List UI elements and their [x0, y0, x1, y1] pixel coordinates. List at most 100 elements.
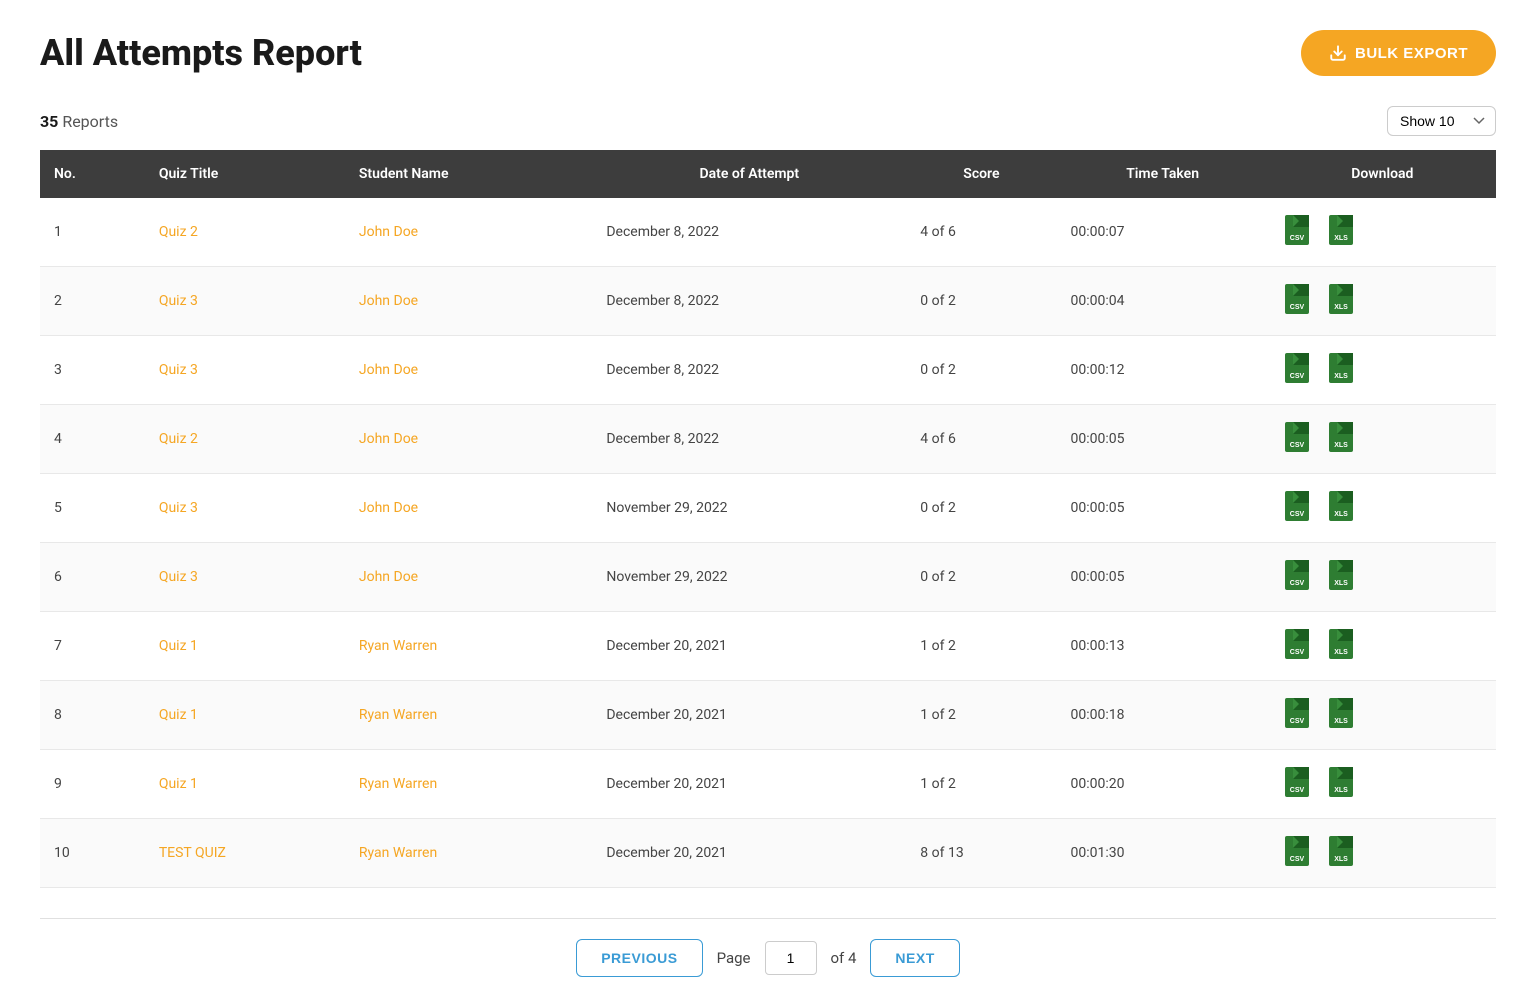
quiz-link[interactable]: Quiz 3	[159, 362, 198, 378]
quiz-link[interactable]: Quiz 1	[159, 776, 198, 792]
student-link[interactable]: Ryan Warren	[359, 776, 437, 792]
cell-download: CSV XLS	[1269, 612, 1496, 681]
table-body: 1 Quiz 2 John Doe December 8, 2022 4 of …	[40, 198, 1496, 888]
quiz-link[interactable]: Quiz 1	[159, 707, 198, 723]
quiz-link[interactable]: Quiz 3	[159, 500, 198, 516]
xls-download-button[interactable]: XLS	[1327, 490, 1363, 526]
csv-download-button[interactable]: CSV	[1283, 421, 1319, 457]
cell-score: 4 of 6	[906, 198, 1056, 267]
bulk-export-button[interactable]: BULK EXPORT	[1301, 30, 1496, 76]
cell-quiz: Quiz 3	[145, 267, 345, 336]
student-link[interactable]: John Doe	[359, 293, 418, 309]
cell-download: CSV XLS	[1269, 750, 1496, 819]
cell-time: 00:00:18	[1057, 681, 1269, 750]
xls-download-button[interactable]: XLS	[1327, 766, 1363, 802]
xls-download-button[interactable]: XLS	[1327, 697, 1363, 733]
page-input[interactable]	[765, 941, 817, 975]
cell-student: Ryan Warren	[345, 612, 592, 681]
xls-download-button[interactable]: XLS	[1327, 559, 1363, 595]
student-link[interactable]: John Doe	[359, 500, 418, 516]
csv-download-button[interactable]: CSV	[1283, 490, 1319, 526]
student-link[interactable]: Ryan Warren	[359, 845, 437, 861]
xls-download-button[interactable]: XLS	[1327, 352, 1363, 388]
svg-text:XLS: XLS	[1334, 511, 1348, 518]
quiz-link[interactable]: Quiz 2	[159, 431, 198, 447]
csv-download-button[interactable]: CSV	[1283, 559, 1319, 595]
svg-text:CSV: CSV	[1290, 511, 1305, 518]
csv-download-button[interactable]: CSV	[1283, 352, 1319, 388]
cell-no: 1	[40, 198, 145, 267]
cell-score: 8 of 13	[906, 819, 1056, 888]
cell-quiz: Quiz 2	[145, 405, 345, 474]
quiz-link[interactable]: TEST QUIZ	[159, 845, 226, 861]
cell-time: 00:00:04	[1057, 267, 1269, 336]
quiz-link[interactable]: Quiz 1	[159, 638, 198, 654]
cell-student: John Doe	[345, 474, 592, 543]
cell-time: 00:00:05	[1057, 543, 1269, 612]
cell-quiz: Quiz 1	[145, 681, 345, 750]
cell-download: CSV XLS	[1269, 267, 1496, 336]
cell-download: CSV XLS	[1269, 681, 1496, 750]
table-header: No. Quiz Title Student Name Date of Atte…	[40, 150, 1496, 198]
svg-text:XLS: XLS	[1334, 580, 1348, 587]
cell-time: 00:00:12	[1057, 336, 1269, 405]
cell-time: 00:00:05	[1057, 474, 1269, 543]
cell-download: CSV XLS	[1269, 405, 1496, 474]
cell-time: 00:00:20	[1057, 750, 1269, 819]
quiz-link[interactable]: Quiz 3	[159, 569, 198, 585]
svg-text:XLS: XLS	[1334, 718, 1348, 725]
svg-text:CSV: CSV	[1290, 718, 1305, 725]
cell-date: December 20, 2021	[592, 819, 906, 888]
col-quiz: Quiz Title	[145, 150, 345, 198]
cell-student: Ryan Warren	[345, 750, 592, 819]
cell-quiz: Quiz 1	[145, 612, 345, 681]
xls-download-button[interactable]: XLS	[1327, 628, 1363, 664]
cell-date: December 8, 2022	[592, 198, 906, 267]
next-button[interactable]: NEXT	[870, 939, 959, 977]
student-link[interactable]: Ryan Warren	[359, 638, 437, 654]
xls-download-button[interactable]: XLS	[1327, 421, 1363, 457]
page-header: All Attempts Report BULK EXPORT	[40, 30, 1496, 76]
student-link[interactable]: Ryan Warren	[359, 707, 437, 723]
table-row: 7 Quiz 1 Ryan Warren December 20, 2021 1…	[40, 612, 1496, 681]
xls-download-button[interactable]: XLS	[1327, 835, 1363, 871]
reports-label: Reports	[62, 112, 118, 131]
svg-text:XLS: XLS	[1334, 649, 1348, 656]
csv-download-button[interactable]: CSV	[1283, 766, 1319, 802]
csv-download-button[interactable]: CSV	[1283, 283, 1319, 319]
csv-download-button[interactable]: CSV	[1283, 697, 1319, 733]
quiz-link[interactable]: Quiz 2	[159, 224, 198, 240]
cell-quiz: Quiz 1	[145, 750, 345, 819]
cell-student: Ryan Warren	[345, 681, 592, 750]
student-link[interactable]: John Doe	[359, 362, 418, 378]
cell-download: CSV XLS	[1269, 474, 1496, 543]
student-link[interactable]: John Doe	[359, 569, 418, 585]
sub-header: 35 Reports Show 10 Show 25 Show 50 Show …	[40, 106, 1496, 136]
previous-button[interactable]: PREVIOUS	[576, 939, 702, 977]
student-link[interactable]: John Doe	[359, 224, 418, 240]
svg-text:CSV: CSV	[1290, 649, 1305, 656]
student-link[interactable]: John Doe	[359, 431, 418, 447]
export-icon	[1329, 44, 1347, 62]
quiz-link[interactable]: Quiz 3	[159, 293, 198, 309]
col-download: Download	[1269, 150, 1496, 198]
svg-text:CSV: CSV	[1290, 856, 1305, 863]
csv-download-button[interactable]: CSV	[1283, 628, 1319, 664]
cell-score: 0 of 2	[906, 267, 1056, 336]
cell-no: 3	[40, 336, 145, 405]
cell-score: 4 of 6	[906, 405, 1056, 474]
pagination: PREVIOUS Page of 4 NEXT	[40, 918, 1496, 977]
cell-date: December 8, 2022	[592, 405, 906, 474]
csv-download-button[interactable]: CSV	[1283, 835, 1319, 871]
csv-download-button[interactable]: CSV	[1283, 214, 1319, 250]
xls-download-button[interactable]: XLS	[1327, 214, 1363, 250]
cell-no: 2	[40, 267, 145, 336]
cell-score: 0 of 2	[906, 474, 1056, 543]
show-select[interactable]: Show 10 Show 25 Show 50 Show 100	[1387, 106, 1496, 136]
xls-download-button[interactable]: XLS	[1327, 283, 1363, 319]
svg-text:XLS: XLS	[1334, 787, 1348, 794]
cell-date: December 20, 2021	[592, 750, 906, 819]
cell-quiz: TEST QUIZ	[145, 819, 345, 888]
col-score: Score	[906, 150, 1056, 198]
cell-time: 00:00:13	[1057, 612, 1269, 681]
